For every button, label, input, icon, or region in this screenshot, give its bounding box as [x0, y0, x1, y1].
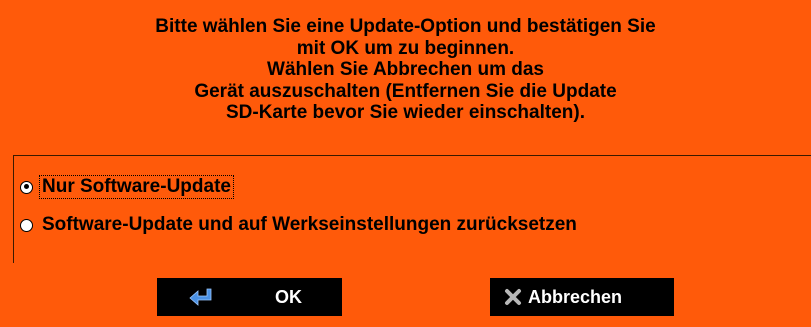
message-line: mit OK um zu beginnen. [296, 37, 515, 59]
message-line: Wählen Sie Abbrechen um das [267, 59, 544, 80]
dialog-message: Bitte wählen Sie eine Update-Option und … [0, 16, 811, 124]
radio-button-selected[interactable] [20, 180, 33, 194]
option-software-update-factory-reset[interactable]: Software-Update und auf Werkseinstellung… [20, 212, 579, 238]
ok-button[interactable]: OK [157, 278, 342, 316]
radio-button[interactable] [20, 218, 33, 232]
message-line: SD-Karte bevor Sie wieder einschalten). [225, 102, 585, 123]
update-dialog: Bitte wählen Sie eine Update-Option und … [0, 0, 811, 327]
option-label: Software-Update und auf Werkseinstellung… [42, 214, 577, 235]
option-software-update-only[interactable]: Nur Software-Update [20, 174, 234, 200]
enter-arrow-icon [189, 288, 212, 306]
cancel-button-label: Abbrechen [528, 286, 623, 307]
ok-button-label: OK [275, 286, 302, 307]
option-label: Nur Software-Update [39, 175, 234, 199]
close-x-icon [505, 289, 521, 305]
message-line: Bitte wählen Sie eine Update-Option und … [155, 16, 656, 37]
update-options-panel [13, 155, 811, 263]
cancel-button[interactable]: Abbrechen [490, 278, 674, 316]
message-line: Gerät auszuschalten (Entfernen Sie die U… [194, 80, 617, 102]
